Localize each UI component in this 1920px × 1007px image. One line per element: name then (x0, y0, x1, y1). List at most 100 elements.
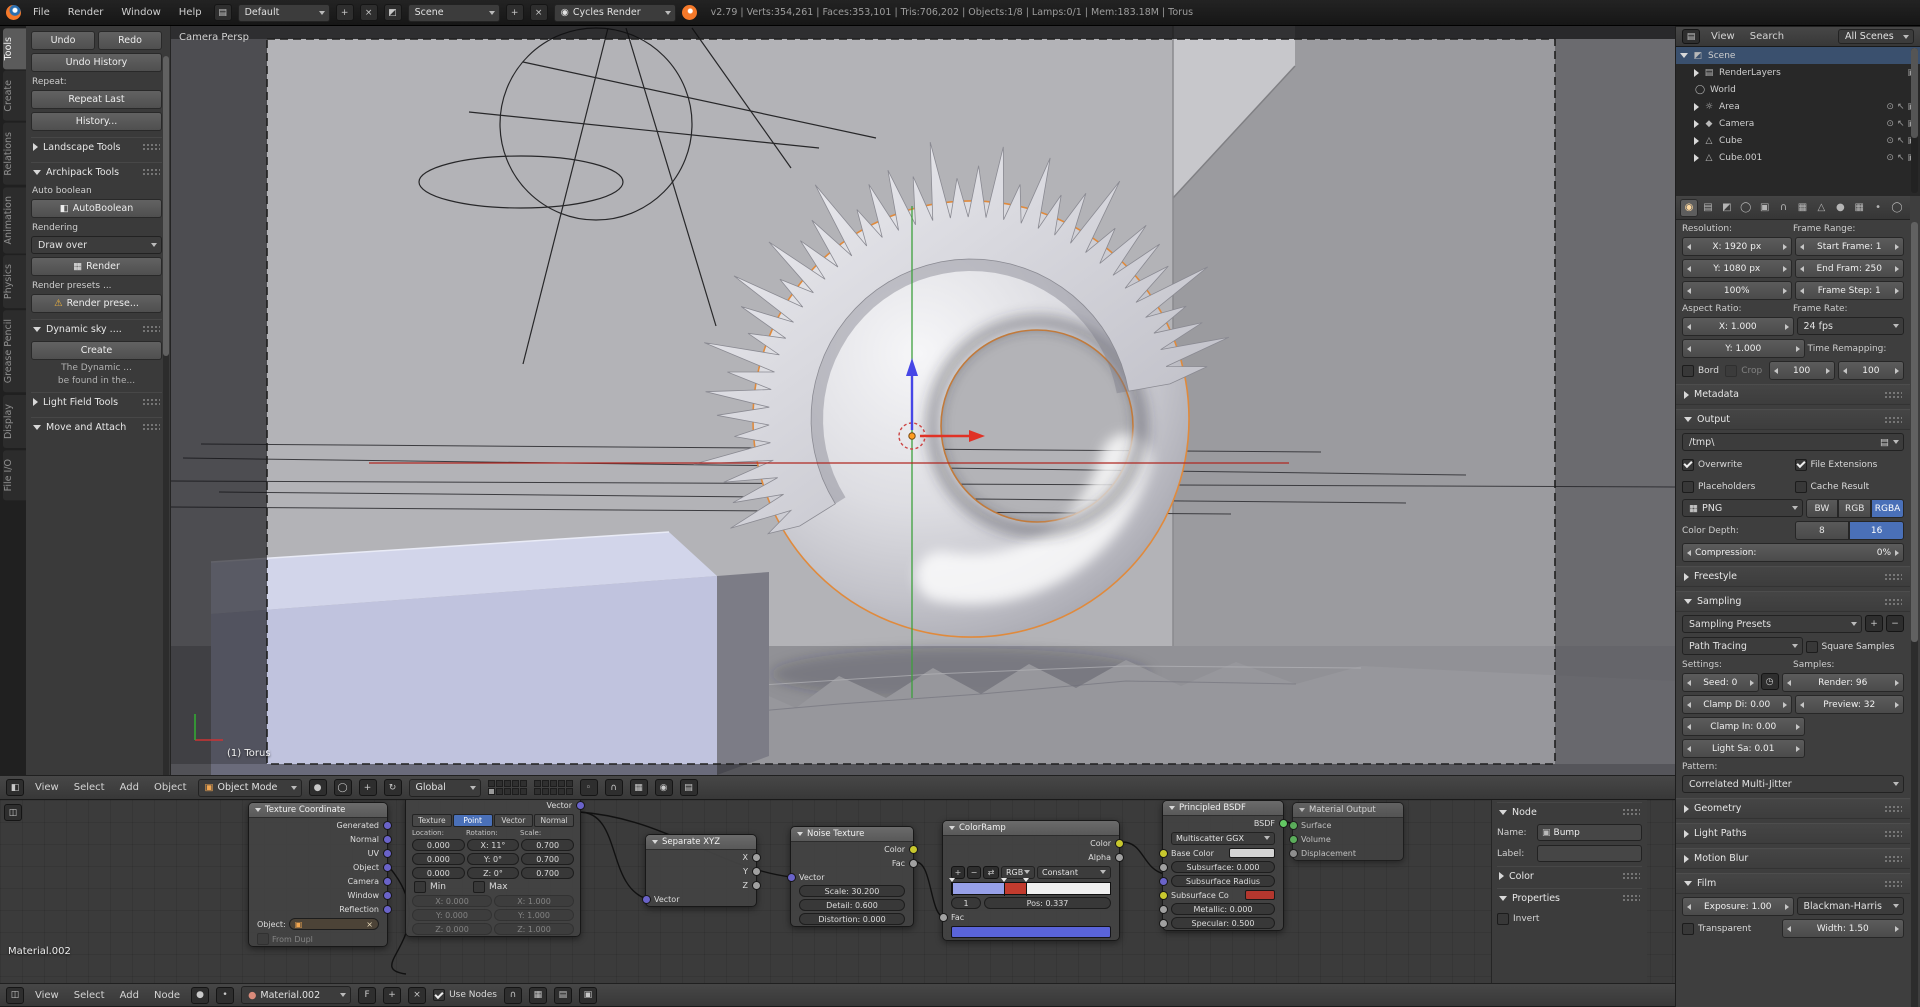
panel-light-field-tools[interactable]: Light Field Tools (31, 392, 162, 411)
tab-particles-icon[interactable]: • (1869, 199, 1887, 217)
layout-selector[interactable]: Default (237, 3, 330, 22)
scale-y[interactable]: 0.700 (521, 853, 574, 865)
socket-vector-in[interactable] (641, 894, 651, 904)
socket-metallic[interactable] (1158, 904, 1168, 914)
panel-dynamic-sky[interactable]: Dynamic sky .... (31, 319, 162, 338)
add-menu[interactable]: Add (116, 990, 143, 1001)
layer-grid-left[interactable] (487, 780, 527, 795)
panel-grip[interactable] (1622, 872, 1640, 880)
lock-icon[interactable]: ◦ (579, 779, 598, 796)
expand-icon[interactable] (1680, 53, 1688, 58)
socket-alpha-out[interactable] (1114, 852, 1124, 862)
socket-window[interactable] (382, 890, 392, 900)
mode-selector[interactable]: ▣ Object Mode (197, 778, 302, 797)
folder-icon[interactable]: ▤ (1880, 437, 1889, 448)
panel-freestyle[interactable]: Freestyle (1676, 566, 1910, 587)
collapse-icon[interactable] (255, 808, 261, 812)
light-sampling-field[interactable]: Light Sa: 0.01 (1682, 739, 1805, 758)
panel-grip[interactable] (1884, 597, 1902, 606)
exposure-field[interactable]: Exposure: 1.00 (1682, 897, 1794, 916)
overwrite-checkbox[interactable]: Overwrite (1682, 455, 1792, 474)
square-samples-checkbox[interactable]: Square Samples (1805, 637, 1905, 656)
panel-grip[interactable] (1884, 572, 1902, 581)
node-noise-texture[interactable]: Noise Texture Color Fac Vector Scale: 30… (786, 826, 918, 927)
collapse-icon[interactable] (1169, 806, 1175, 810)
aspect-y-field[interactable]: Y: 1.000 (1682, 339, 1805, 358)
base-color-swatch[interactable] (1229, 848, 1275, 858)
node-colorramp[interactable]: ColorRamp Color Alpha + − ⇄ RGB Constant… (938, 820, 1124, 941)
panel-node[interactable]: Node (1497, 802, 1642, 821)
tab-data-icon[interactable]: △ (1812, 199, 1830, 217)
depth-8-button[interactable]: 8 (1794, 521, 1850, 540)
scale-x[interactable]: 0.700 (521, 839, 574, 851)
interpolation-select[interactable]: Constant (1037, 865, 1111, 879)
socket-object[interactable] (382, 862, 392, 872)
noise-distortion-field[interactable]: Distortion: 0.000 (799, 913, 905, 925)
panel-grip[interactable] (1884, 804, 1902, 813)
panel-motion-blur[interactable]: Motion Blur (1676, 848, 1910, 869)
colorramp-gradient[interactable] (949, 877, 1111, 896)
socket-generated[interactable] (382, 820, 392, 830)
socket-base-color[interactable] (1158, 848, 1168, 858)
collapse-icon[interactable] (1694, 153, 1699, 162)
cache-result-checkbox[interactable]: Cache Result (1794, 477, 1905, 496)
invert-checkbox[interactable] (1497, 912, 1509, 925)
socket-x[interactable] (751, 852, 761, 862)
max-y[interactable]: Y: 1.000 (494, 909, 574, 921)
view-menu[interactable]: View (31, 782, 63, 793)
tab-grease-pencil[interactable]: Grease Pencil (3, 310, 26, 393)
collapse-icon[interactable] (1694, 136, 1699, 145)
menu-render[interactable]: Render (62, 7, 110, 18)
noise-scale-field[interactable]: Scale: 30.200 (799, 885, 905, 897)
panel-light-paths[interactable]: Light Paths (1676, 823, 1910, 844)
menu-help[interactable]: Help (173, 7, 208, 18)
socket-specular[interactable] (1158, 918, 1168, 928)
socket-reflection[interactable] (382, 904, 392, 914)
render-preset-button[interactable]: ⚠ Render prese... (31, 294, 162, 313)
tab-point[interactable]: Point (452, 814, 493, 827)
outliner-row-renderlayers[interactable]: ▤RenderLayers▣ (1676, 64, 1920, 81)
loc-z[interactable]: 0.000 (412, 867, 465, 879)
tab-render-icon[interactable]: ◉ (1680, 198, 1699, 217)
max-z[interactable]: Z: 1.000 (494, 923, 574, 935)
socket-fac-in[interactable] (938, 912, 948, 922)
preset-remove-button[interactable]: − (1886, 615, 1904, 632)
pivot-center-icon[interactable]: ◯ (333, 779, 352, 796)
loc-x[interactable]: 0.000 (412, 839, 465, 851)
rot-x[interactable]: X: 11° (466, 839, 520, 851)
delete-stop-button[interactable]: − (967, 865, 981, 879)
output-path-field[interactable]: /tmp\ ▤ (1682, 433, 1904, 451)
bw-button[interactable]: BW (1805, 499, 1839, 518)
node-header[interactable]: ColorRamp (943, 821, 1119, 836)
use-nodes-checkbox[interactable]: Use Nodes (433, 989, 497, 1001)
outliner-row-scene[interactable]: ◩ Scene (1676, 47, 1920, 64)
material-selector[interactable]: ● Material.002 (241, 986, 352, 1004)
subsurface-field[interactable]: Subsurface: 0.000 (1171, 861, 1275, 873)
tab-vector[interactable]: Vector (493, 814, 534, 827)
snap-magnet-icon[interactable]: ∩ (604, 779, 623, 796)
fake-user-button[interactable]: F (358, 986, 377, 1004)
outliner-scrollbar[interactable] (1911, 48, 1918, 193)
outliner-view-menu[interactable]: View (1707, 31, 1739, 42)
node-header[interactable]: Texture Coordinate (249, 803, 387, 818)
node-material-output[interactable]: Material Output Surface Volume Displacem… (1288, 802, 1404, 861)
aspect-x-field[interactable]: X: 1.000 (1682, 317, 1794, 336)
node-separate-xyz[interactable]: Separate XYZ X Y Z Vector (641, 834, 761, 907)
menu-file[interactable]: File (27, 7, 56, 18)
subsurface-color-swatch[interactable] (1245, 890, 1275, 900)
tab-display[interactable]: Display (3, 394, 26, 448)
render-opengl-anim-icon[interactable]: ▤ (679, 779, 698, 796)
scene-add-button[interactable]: + (505, 4, 524, 21)
panel-grip[interactable] (1884, 415, 1902, 424)
socket-z[interactable] (751, 880, 761, 890)
end-frame-field[interactable]: End Fram: 250 (1794, 259, 1904, 278)
rgb-button[interactable]: RGB (1838, 499, 1872, 518)
node-texture-coordinate[interactable]: Texture Coordinate Generated Normal UV O… (248, 802, 392, 947)
select-icon[interactable]: ↖ (1897, 153, 1905, 163)
tab-world-icon[interactable]: ◯ (1737, 199, 1755, 217)
panel-metadata[interactable]: Metadata (1676, 384, 1910, 405)
outliner-row-cube[interactable]: △Cube⊙↖▣ (1676, 132, 1920, 149)
scene-selector[interactable]: Scene (407, 3, 500, 22)
rgba-button[interactable]: RGBA (1871, 499, 1904, 518)
new-material-button[interactable]: + (383, 986, 402, 1004)
